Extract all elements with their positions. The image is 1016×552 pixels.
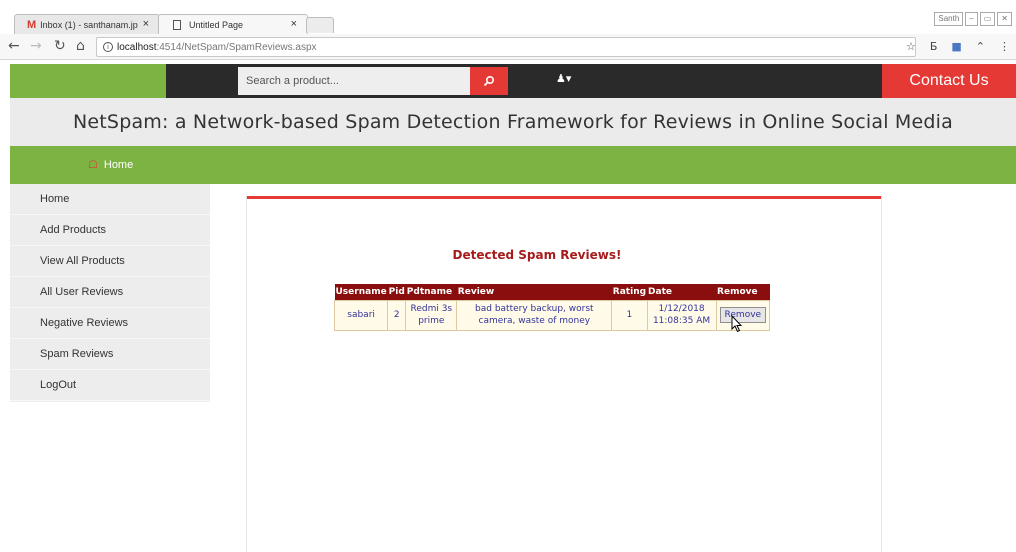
gmail-icon: M: [27, 18, 37, 31]
address-bar[interactable]: i localhost :4514/NetSpam/SpamReviews.as…: [96, 37, 916, 57]
sidebar-item-logout[interactable]: LogOut: [10, 370, 210, 401]
minimize-button[interactable]: –: [965, 12, 978, 26]
window-controls: Santh – ▭ ✕: [934, 12, 1012, 26]
extension-icon[interactable]: ⌃: [976, 40, 985, 53]
search-icon: [483, 75, 495, 87]
maximize-button[interactable]: ▭: [979, 12, 996, 26]
sidebar-item-view-all-products[interactable]: View All Products: [10, 246, 210, 277]
cell-date: 1/12/2018 11:08:35 AM: [646, 299, 717, 331]
sidebar: Home Add Products View All Products All …: [10, 184, 210, 402]
content-panel: Detected Spam Reviews!: [246, 196, 882, 552]
column-header: Remove: [716, 284, 770, 300]
logo-block: [10, 64, 166, 98]
new-tab-button[interactable]: [306, 17, 334, 33]
column-header: Review: [456, 284, 612, 300]
title-band: NetSpam: a Network-based Spam Detection …: [10, 98, 1016, 146]
column-header: Date: [647, 284, 717, 300]
site-top-bar: Search a product... ♟▾ Contact Us: [10, 64, 1016, 98]
page-icon: [173, 19, 181, 30]
nav-home-link[interactable]: ☖ Home: [88, 158, 134, 172]
forward-arrow-icon[interactable]: →: [30, 38, 42, 54]
extension-icon[interactable]: Ƃ: [930, 40, 938, 53]
page-title: NetSpam: a Network-based Spam Detection …: [72, 111, 953, 133]
tab-label: Untitled Page: [189, 19, 244, 30]
url-path: :4514/NetSpam/SpamReviews.aspx: [156, 41, 317, 53]
user-dropdown-icon[interactable]: ♟▾: [556, 72, 571, 85]
sidebar-item-add-products[interactable]: Add Products: [10, 215, 210, 246]
extension-icons: ☆ Ƃ ■ ⌃ ⋮: [906, 40, 1010, 53]
close-icon[interactable]: ×: [291, 18, 297, 30]
search-button[interactable]: [470, 67, 508, 95]
sidebar-item-negative-reviews[interactable]: Negative Reviews: [10, 308, 210, 339]
panel-accent-line: [247, 196, 881, 199]
browser-tab-untitled[interactable]: Untitled Page ×: [158, 14, 308, 34]
browser-tab-gmail[interactable]: M Inbox (1) - santhanam.jp ×: [14, 14, 160, 34]
home-icon[interactable]: ⌂: [76, 38, 85, 54]
column-header: Rating: [611, 284, 648, 300]
mouse-cursor-icon: [731, 315, 743, 333]
column-header: Pdtname: [405, 284, 457, 300]
back-arrow-icon[interactable]: ←: [8, 38, 20, 54]
url-host: localhost: [117, 41, 157, 53]
sidebar-item-spam-reviews[interactable]: Spam Reviews: [10, 339, 210, 370]
column-header: Username: [334, 284, 388, 300]
cell-username: sabari: [333, 299, 389, 331]
contact-us-button[interactable]: Contact Us: [882, 64, 1016, 98]
search-input[interactable]: Search a product...: [238, 67, 470, 95]
reload-icon[interactable]: ↻: [54, 38, 66, 54]
table-header-row: Username Pid Pdtname Review Rating Date …: [334, 284, 770, 300]
section-title: Detected Spam Reviews!: [452, 248, 622, 262]
extension-icon[interactable]: ■: [951, 40, 961, 53]
info-icon[interactable]: i: [103, 42, 113, 52]
cell-pid: 2: [387, 299, 407, 331]
browser-toolbar: ← → ↻ ⌂ i localhost :4514/NetSpam/SpamRe…: [0, 34, 1016, 60]
nav-band: ☖ Home: [10, 146, 1016, 184]
browser-tabstrip: M Inbox (1) - santhanam.jp × Untitled Pa…: [0, 0, 1016, 34]
spam-reviews-table: Username Pid Pdtname Review Rating Date …: [333, 284, 771, 331]
sidebar-item-all-user-reviews[interactable]: All User Reviews: [10, 277, 210, 308]
column-header: Pid: [387, 284, 406, 300]
menu-icon[interactable]: ⋮: [999, 40, 1010, 53]
cell-rating: 1: [611, 299, 648, 331]
cell-review: bad battery backup, worst camera, waste …: [456, 299, 613, 331]
home-icon: ☖: [88, 159, 98, 171]
tab-label: Inbox (1) - santhanam.jp: [40, 19, 138, 30]
table-row: sabari 2 Redmi 3s prime bad battery back…: [333, 299, 771, 331]
close-icon[interactable]: ×: [143, 18, 149, 30]
profile-badge[interactable]: Santh: [934, 12, 964, 26]
close-window-button[interactable]: ✕: [997, 12, 1012, 26]
sidebar-item-home[interactable]: Home: [10, 184, 210, 215]
nav-home-label: Home: [103, 158, 134, 171]
cell-pdtname: Redmi 3s prime: [405, 299, 458, 331]
star-icon[interactable]: ☆: [906, 40, 916, 53]
